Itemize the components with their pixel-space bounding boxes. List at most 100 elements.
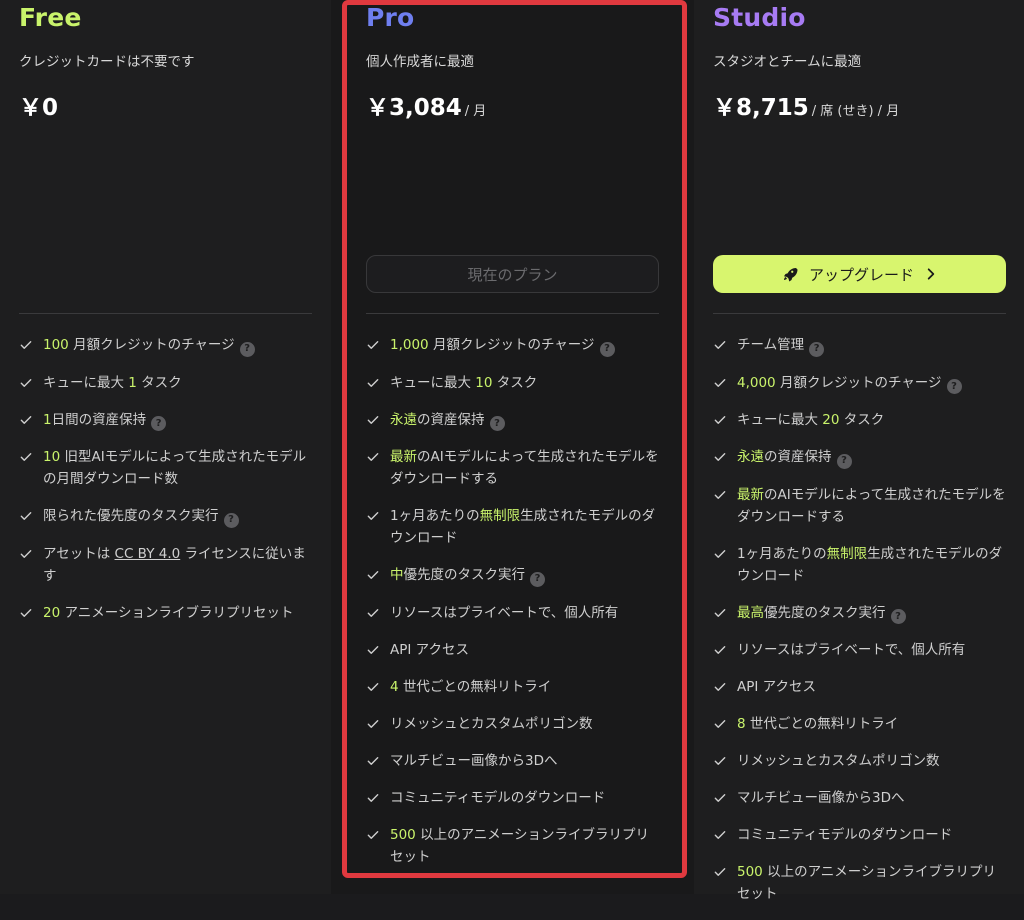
plan-description-free: クレジットカードは不要です: [19, 54, 195, 70]
plan-price-free: ￥0: [19, 88, 58, 122]
feature-text: 500 以上のアニメーションライブラリプリセット: [737, 861, 1006, 905]
feature-list-studio: チーム管理? 4,000 月額クレジットのチャージ? キューに最大 20 タスク 永遠…: [713, 334, 1006, 920]
feature-text: 500 以上のアニメーションライブラリプリセット: [390, 824, 659, 868]
feature-list-pro: 1,000 月額クレジットのチャージ? キューに最大 10 タスク 永遠の資産保持?…: [366, 334, 659, 883]
help-icon[interactable]: ?: [223, 512, 239, 528]
feature-item: チーム管理?: [713, 334, 1006, 357]
chevron-right-icon: [924, 267, 938, 281]
feature-highlight: 中: [390, 567, 404, 583]
price-unit: / 席 (せき) / 月: [811, 104, 900, 119]
feature-text: API アクセス: [737, 676, 1006, 698]
feature-item: 中優先度のタスク実行?: [366, 564, 659, 587]
feature-item: 500 以上のアニメーションライブラリプリセット: [713, 861, 1006, 905]
feature-text-part: リメッシュとカスタムポリゴン数: [390, 715, 593, 732]
feature-item: マルチビュー画像から3Dへ: [713, 787, 1006, 809]
feature-highlight: 8: [737, 716, 746, 732]
check-icon: [366, 676, 382, 698]
feature-text: 100 月額クレジットのチャージ?: [43, 334, 312, 357]
feature-text-part: コミュニティモデルのダウンロード: [390, 789, 606, 806]
check-icon: [713, 484, 729, 506]
feature-text-part: 日間の資産保持: [51, 411, 147, 428]
check-icon: [366, 787, 382, 809]
feature-highlight: 無制限: [826, 545, 868, 562]
feature-text-part: の資産保持: [764, 449, 832, 465]
feature-highlight: 20: [822, 412, 840, 428]
help-icon[interactable]: ?: [946, 379, 962, 394]
feature-item: 1ヶ月あたりの無制限生成されたモデルのダウンロード: [366, 505, 659, 549]
feature-text: 永遠の資産保持?: [390, 409, 659, 431]
feature-text-part: アセットは: [43, 545, 115, 562]
check-icon: [713, 750, 729, 772]
help-icon[interactable]: ?: [809, 341, 825, 357]
check-icon: [713, 602, 729, 624]
feature-text-part: 限られた優先度のタスク実行: [43, 508, 219, 524]
price-unit: / 月: [464, 104, 487, 119]
feature-text-part: タスク: [136, 374, 182, 391]
help-icon[interactable]: ?: [530, 571, 545, 587]
feature-item: 1日間の資産保持?: [19, 409, 312, 431]
help-icon[interactable]: ?: [890, 609, 906, 624]
feature-item: リソースはプライベートで、個人所有: [713, 639, 1006, 661]
feature-text: キューに最大 1 タスク: [43, 372, 312, 394]
feature-text-part: 月額クレジットのチャージ: [428, 337, 595, 353]
feature-text: チーム管理?: [737, 334, 1006, 357]
feature-text: API アクセス: [390, 639, 659, 661]
help-icon[interactable]: ?: [489, 416, 505, 431]
feature-text: コミュニティモデルのダウンロード: [390, 787, 659, 809]
check-icon: [19, 409, 35, 431]
check-icon: [366, 750, 382, 772]
feature-text: 最新のAIモデルによって生成されたモデルをダウンロードする: [737, 484, 1006, 528]
feature-text-part: の資産保持: [417, 411, 485, 428]
check-icon: [713, 787, 729, 809]
help-icon[interactable]: ?: [151, 416, 167, 431]
feature-item: 20 アニメーションライブラリプリセット: [19, 602, 312, 624]
feature-item: リメッシュとカスタムポリゴン数: [713, 750, 1006, 772]
feature-item: 100 月額クレジットのチャージ?: [19, 334, 312, 357]
check-icon: [366, 713, 382, 735]
feature-text: 1日間の資産保持?: [43, 409, 312, 431]
plan-column-studio: Studio スタジオとチームに最適 ￥8,715/ 席 (せき) / 月 アッ…: [694, 0, 1024, 902]
check-icon: [366, 505, 382, 527]
check-icon: [366, 602, 382, 624]
feature-item: 4 世代ごとの無料リトライ: [366, 676, 659, 698]
divider: [713, 313, 1006, 314]
upgrade-button[interactable]: アップグレード: [713, 255, 1006, 293]
feature-item: キューに最大 20 タスク: [713, 409, 1006, 431]
feature-item: コミュニティモデルのダウンロード: [713, 824, 1006, 846]
feature-text: キューに最大 10 タスク: [390, 372, 659, 394]
feature-highlight: 100: [43, 337, 69, 353]
feature-text-part: 世代ごとの無料リトライ: [745, 716, 899, 732]
check-icon: [713, 334, 729, 356]
check-icon: [366, 824, 382, 846]
check-icon: [19, 372, 35, 394]
check-icon: [713, 639, 729, 661]
plan-column-free: Free クレジットカードは不要です ￥0 100 月額クレジットのチャージ? キ…: [0, 0, 331, 894]
feature-text: リソースはプライベートで、個人所有: [737, 639, 1006, 661]
divider: [19, 313, 312, 314]
feature-highlight: 500: [390, 826, 416, 843]
feature-highlight: 1: [128, 374, 137, 391]
help-icon[interactable]: ?: [599, 341, 615, 357]
feature-text: 1ヶ月あたりの無制限生成されたモデルのダウンロード: [390, 505, 659, 549]
feature-text: 8 世代ごとの無料リトライ: [737, 713, 1006, 735]
feature-highlight: 4,000: [737, 374, 776, 391]
feature-highlight: 10: [475, 374, 493, 391]
check-icon: [713, 861, 729, 883]
feature-highlight: 無制限: [479, 508, 521, 524]
check-icon: [713, 409, 729, 431]
feature-text: 限られた優先度のタスク実行?: [43, 505, 312, 528]
check-icon: [19, 505, 35, 527]
check-icon: [366, 639, 382, 661]
feature-text-part: キューに最大: [390, 374, 476, 391]
feature-text: アセットは CC BY 4.0 ライセンスに従います: [43, 543, 312, 587]
feature-highlight: 最新: [390, 449, 417, 465]
help-icon[interactable]: ?: [836, 453, 852, 469]
feature-item: キューに最大 10 タスク: [366, 372, 659, 394]
feature-text-part: 優先度のタスク実行: [403, 567, 526, 583]
feature-text-part: 旧型AIモデルによって生成されたモデルの月間ダウンロード数: [43, 449, 307, 487]
feature-text: 最高優先度のタスク実行?: [737, 602, 1006, 624]
feature-item: 最新のAIモデルによって生成されたモデルをダウンロードする: [366, 446, 659, 490]
license-link[interactable]: CC BY 4.0: [115, 546, 181, 562]
help-icon[interactable]: ?: [239, 341, 255, 357]
feature-text-part: 1ヶ月あたりの: [737, 545, 827, 562]
